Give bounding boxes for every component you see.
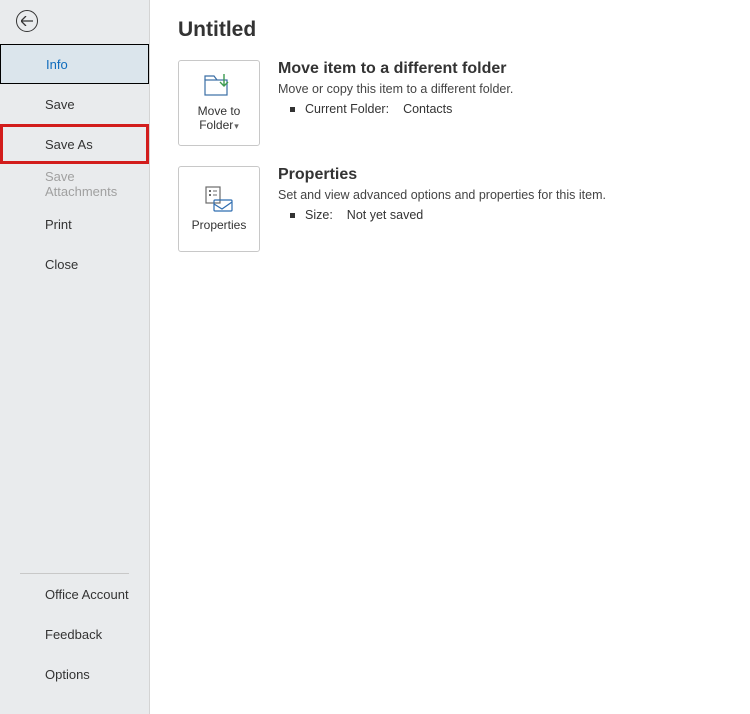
sidebar-item-label: Office Account [45, 587, 129, 602]
sidebar-item-save[interactable]: Save [0, 84, 149, 124]
current-folder-key: Current Folder: [305, 102, 389, 116]
sidebar-item-save-as[interactable]: Save As [0, 124, 149, 164]
current-folder-value: Contacts [403, 102, 452, 116]
section-move: Move to Folder▾ Move item to a different… [178, 60, 722, 146]
page-title: Untitled [178, 18, 722, 42]
section-properties-body: Properties Set and view advanced options… [278, 166, 722, 252]
section-move-heading: Move item to a different folder [278, 60, 722, 78]
sidebar-item-print[interactable]: Print [0, 204, 149, 244]
sidebar-nav-top: Info Save Save As Save Attachments Print… [0, 44, 149, 284]
sidebar-item-save-attachments: Save Attachments [0, 164, 149, 204]
section-properties-heading: Properties [278, 166, 722, 184]
move-to-folder-button[interactable]: Move to Folder▾ [178, 60, 260, 146]
sidebar-item-options[interactable]: Options [0, 654, 149, 694]
sidebar-item-label: Info [46, 57, 68, 72]
sidebar-item-label: Options [45, 667, 90, 682]
properties-icon [204, 186, 234, 212]
backstage-sidebar: Info Save Save As Save Attachments Print… [0, 0, 150, 714]
chevron-down-icon: ▾ [234, 121, 239, 131]
size-row: Size: Not yet saved [278, 208, 722, 222]
sidebar-item-label: Save Attachments [45, 169, 149, 199]
sidebar-item-label: Save As [45, 137, 93, 152]
sidebar-item-info[interactable]: Info [0, 44, 149, 84]
back-arrow-icon [21, 16, 33, 26]
sidebar-item-close[interactable]: Close [0, 244, 149, 284]
section-properties: Properties Properties Set and view advan… [178, 166, 722, 252]
sidebar-item-label: Feedback [45, 627, 102, 642]
sidebar-item-label: Close [45, 257, 78, 272]
section-properties-desc: Set and view advanced options and proper… [278, 188, 722, 202]
current-folder-row: Current Folder: Contacts [278, 102, 722, 116]
sidebar-nav-bottom: Office Account Feedback Options [0, 573, 149, 694]
section-move-desc: Move or copy this item to a different fo… [278, 82, 722, 96]
bullet-icon [290, 213, 295, 218]
sidebar-item-feedback[interactable]: Feedback [0, 614, 149, 654]
size-key: Size: [305, 208, 333, 222]
content-area: Untitled Move to Folder▾ Move item to a … [150, 0, 750, 714]
bullet-icon [290, 107, 295, 112]
sidebar-item-label: Print [45, 217, 72, 232]
sidebar-item-label: Save [45, 97, 75, 112]
section-move-body: Move item to a different folder Move or … [278, 60, 722, 146]
tile-label: Properties [188, 218, 251, 232]
tile-label: Move to Folder▾ [194, 104, 245, 133]
properties-button[interactable]: Properties [178, 166, 260, 252]
back-button[interactable] [16, 10, 38, 32]
sidebar-item-office-account[interactable]: Office Account [0, 574, 149, 614]
size-value: Not yet saved [347, 208, 423, 222]
move-folder-icon [204, 74, 234, 98]
